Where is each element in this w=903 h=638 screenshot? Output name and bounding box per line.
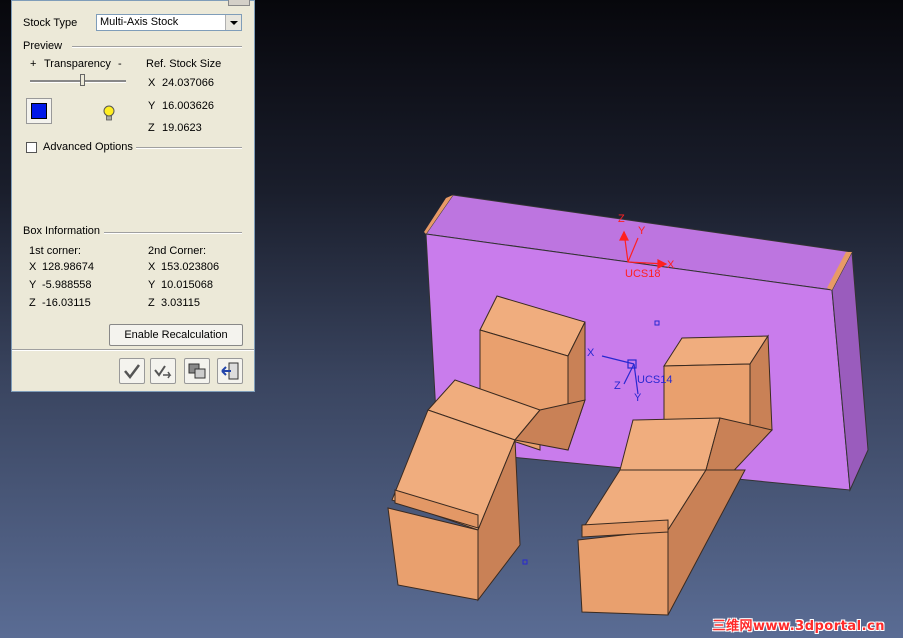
preview-divider bbox=[72, 46, 242, 48]
color-swatch bbox=[31, 103, 47, 119]
second-x-label: X bbox=[148, 261, 156, 273]
ref-z-value: 19.0623 bbox=[162, 122, 202, 134]
ucs14-name-label: UCS14 bbox=[637, 374, 672, 386]
second-corner-label: 2nd Corner: bbox=[148, 245, 207, 257]
enable-recalculation-button[interactable]: Enable Recalculation bbox=[109, 324, 243, 346]
transparency-slider-thumb[interactable] bbox=[79, 74, 85, 86]
cancel-exit-icon bbox=[221, 362, 239, 380]
advanced-divider bbox=[136, 147, 242, 149]
preview-color-button[interactable] bbox=[26, 98, 52, 124]
box-info-label: Box Information bbox=[23, 225, 101, 237]
ucs14-x-label: X bbox=[587, 347, 595, 359]
first-z-value: -16.03115 bbox=[42, 297, 91, 309]
ucs18-y-label: Y bbox=[638, 225, 646, 237]
panel-title-stub[interactable] bbox=[228, 0, 250, 6]
lightbulb-icon[interactable] bbox=[102, 105, 116, 123]
second-z-label: Z bbox=[148, 297, 155, 309]
stock-type-select[interactable]: Multi-Axis Stock bbox=[96, 14, 242, 31]
ucs18-z-label: Z bbox=[618, 213, 625, 225]
selection-point-marker[interactable] bbox=[522, 559, 528, 565]
transparency-minus-label: - bbox=[118, 58, 122, 70]
watermark-text: 三维网www.3dportal.cn bbox=[712, 619, 885, 634]
first-y-value: -5.988558 bbox=[42, 279, 92, 291]
stock-type-value: Multi-Axis Stock bbox=[100, 16, 179, 28]
advanced-options-label: Advanced Options bbox=[43, 141, 133, 153]
second-z-value: 3.03115 bbox=[161, 297, 200, 309]
box-info-divider bbox=[104, 232, 242, 234]
preview-icon bbox=[188, 363, 206, 379]
ref-z-label: Z bbox=[148, 122, 155, 134]
stock-type-label: Stock Type bbox=[23, 17, 78, 29]
transparency-plus-label: + bbox=[30, 58, 37, 70]
first-x-label: X bbox=[29, 261, 37, 273]
ref-x-label: X bbox=[148, 77, 156, 89]
second-y-label: Y bbox=[148, 279, 156, 291]
ucs14-z-label: Z bbox=[614, 380, 621, 392]
ok-check-icon bbox=[124, 364, 140, 380]
first-z-label: Z bbox=[29, 297, 36, 309]
first-y-label: Y bbox=[29, 279, 37, 291]
first-x-value: 128.98674 bbox=[42, 261, 94, 273]
second-x-value: 153.023806 bbox=[161, 261, 220, 273]
left-fixture-part[interactable] bbox=[387, 295, 586, 602]
ref-stock-size-label: Ref. Stock Size bbox=[146, 58, 222, 70]
cancel-exit-button[interactable] bbox=[217, 358, 243, 384]
ref-x-value: 24.037066 bbox=[162, 77, 214, 89]
apply-icon bbox=[154, 365, 172, 379]
stock-definition-panel: Stock Type Multi-Axis Stock Preview + Tr… bbox=[11, 0, 255, 392]
transparency-label: Transparency bbox=[44, 58, 111, 70]
preview-button[interactable] bbox=[184, 358, 210, 384]
ok-button[interactable] bbox=[119, 358, 145, 384]
advanced-options-checkbox[interactable] bbox=[26, 142, 37, 153]
footer-divider bbox=[12, 349, 254, 351]
ref-y-value: 16.003626 bbox=[162, 100, 214, 112]
preview-section-label: Preview bbox=[23, 40, 63, 52]
second-y-value: 10.015068 bbox=[161, 279, 213, 291]
ucs18-name-label: UCS18 bbox=[625, 268, 660, 280]
ref-y-label: Y bbox=[148, 100, 156, 112]
ucs18-x-label: X bbox=[667, 259, 675, 271]
ucs14-y-label: Y bbox=[634, 392, 642, 404]
transparency-slider-track[interactable] bbox=[30, 80, 126, 83]
apply-button[interactable] bbox=[150, 358, 176, 384]
chevron-down-icon[interactable] bbox=[225, 15, 241, 30]
first-corner-label: 1st corner: bbox=[29, 245, 81, 257]
